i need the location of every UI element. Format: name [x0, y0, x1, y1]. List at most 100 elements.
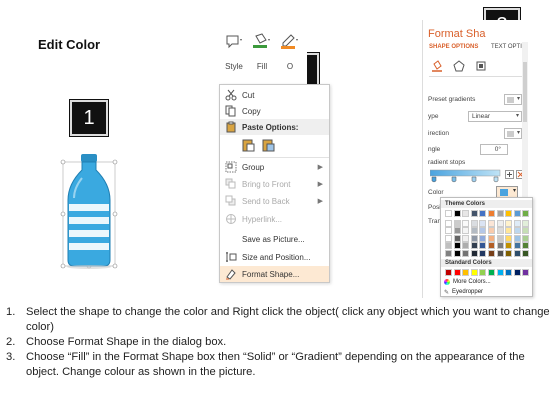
color-swatch[interactable] — [445, 210, 452, 217]
color-swatch[interactable] — [470, 242, 478, 249]
color-swatch[interactable] — [505, 219, 513, 227]
more-colors-option[interactable]: More Colors... — [444, 278, 491, 286]
color-swatch[interactable] — [496, 234, 504, 242]
color-swatch[interactable] — [513, 210, 521, 217]
type-dropdown[interactable]: Linear ▾ — [468, 111, 522, 122]
effects-icon[interactable] — [453, 60, 465, 74]
standard-color-swatch[interactable] — [488, 269, 495, 276]
menu-item-label: Hyperlink... — [242, 214, 283, 224]
eyedropper-option[interactable]: ✎ Eyedropper — [444, 288, 483, 296]
color-swatch[interactable] — [445, 249, 452, 257]
color-swatch[interactable] — [496, 210, 504, 217]
color-swatch[interactable] — [522, 227, 530, 234]
color-swatch[interactable] — [488, 227, 495, 234]
color-swatch[interactable] — [522, 234, 530, 242]
menu-item-group[interactable]: Group ▶ — [220, 159, 329, 175]
color-swatch[interactable] — [479, 249, 487, 257]
menu-item-cut[interactable]: Cut — [220, 87, 329, 103]
menu-item-hyperlink[interactable]: Hyperlink... — [220, 211, 329, 227]
color-swatch[interactable] — [479, 234, 487, 242]
size-properties-icon[interactable] — [475, 60, 487, 74]
color-swatch[interactable] — [496, 227, 504, 234]
add-stop-icon[interactable] — [505, 170, 514, 181]
color-swatch[interactable] — [453, 227, 461, 234]
color-swatch[interactable] — [453, 210, 461, 217]
style-button[interactable]: Style — [221, 29, 247, 79]
standard-color-swatch[interactable] — [479, 269, 487, 276]
menu-item-send-to-back[interactable]: Send to Back ▶ — [220, 193, 329, 209]
color-swatch[interactable] — [462, 234, 470, 242]
color-swatch[interactable] — [488, 242, 495, 249]
color-swatch[interactable] — [505, 234, 513, 242]
menu-item-size-and-position[interactable]: Size and Position... — [220, 249, 329, 265]
color-swatch[interactable] — [453, 234, 461, 242]
color-swatch[interactable] — [522, 242, 530, 249]
gradient-stops-bar[interactable] — [429, 169, 502, 183]
color-swatch[interactable] — [445, 219, 452, 227]
color-swatch[interactable] — [470, 227, 478, 234]
color-swatch[interactable] — [513, 249, 521, 257]
chevron-down-icon: ▾ — [516, 96, 520, 102]
color-swatch[interactable] — [445, 227, 452, 234]
color-swatch[interactable] — [470, 219, 478, 227]
color-swatch[interactable] — [453, 219, 461, 227]
color-swatch[interactable] — [522, 249, 530, 257]
color-swatch[interactable] — [496, 242, 504, 249]
color-swatch[interactable] — [488, 210, 495, 217]
color-swatch[interactable] — [522, 210, 530, 217]
menu-item-copy[interactable]: Copy — [220, 103, 329, 119]
tab-shape-options[interactable]: SHAPE OPTIONS — [429, 44, 478, 50]
color-swatch[interactable] — [445, 234, 452, 242]
color-swatch[interactable] — [505, 227, 513, 234]
color-swatch[interactable] — [513, 219, 521, 227]
color-swatch[interactable] — [445, 242, 452, 249]
standard-color-swatch[interactable] — [496, 269, 504, 276]
color-swatch[interactable] — [488, 249, 495, 257]
paste-picture-icon[interactable] — [262, 138, 275, 154]
menu-item-format-shape[interactable]: Format Shape... — [220, 266, 329, 282]
color-swatch[interactable] — [496, 249, 504, 257]
menu-item-save-as-picture[interactable]: Save as Picture... — [220, 231, 329, 247]
angle-spinner[interactable]: 0° — [480, 144, 508, 155]
standard-color-swatch[interactable] — [470, 269, 478, 276]
color-swatch[interactable] — [505, 242, 513, 249]
outline-button[interactable]: O — [277, 29, 303, 79]
color-swatch[interactable] — [462, 249, 470, 257]
color-swatch[interactable] — [462, 219, 470, 227]
standard-color-swatch[interactable] — [462, 269, 470, 276]
paste-keep-formatting-icon[interactable] — [242, 138, 255, 154]
color-swatch[interactable] — [479, 242, 487, 249]
direction-dropdown[interactable]: ▾ — [504, 128, 522, 139]
color-swatch[interactable] — [462, 210, 470, 217]
color-swatch[interactable] — [479, 227, 487, 234]
color-swatch[interactable] — [505, 249, 513, 257]
color-swatch[interactable] — [470, 234, 478, 242]
color-swatch[interactable] — [488, 234, 495, 242]
preset-gradients-dropdown[interactable]: ▾ — [504, 94, 522, 105]
standard-color-swatch[interactable] — [445, 269, 452, 276]
color-swatch[interactable] — [462, 242, 470, 249]
fill-button[interactable]: Fill — [249, 29, 275, 79]
standard-color-swatch[interactable] — [505, 269, 513, 276]
color-swatch[interactable] — [453, 249, 461, 257]
color-swatch[interactable] — [462, 227, 470, 234]
tab-text-options[interactable]: TEXT OPTI — [491, 44, 522, 50]
color-swatch[interactable] — [470, 249, 478, 257]
color-swatch[interactable] — [505, 210, 513, 217]
color-swatch[interactable] — [513, 234, 521, 242]
color-swatch[interactable] — [513, 242, 521, 249]
color-swatch[interactable] — [496, 219, 504, 227]
standard-color-swatch[interactable] — [522, 269, 530, 276]
standard-color-swatch[interactable] — [453, 269, 461, 276]
standard-color-swatch[interactable] — [513, 269, 521, 276]
color-swatch[interactable] — [453, 242, 461, 249]
color-swatch[interactable] — [513, 227, 521, 234]
color-swatch[interactable] — [479, 219, 487, 227]
color-swatch[interactable] — [522, 219, 530, 227]
menu-item-bring-to-front[interactable]: Bring to Front ▶ — [220, 176, 329, 192]
bottle-shape[interactable] — [60, 148, 118, 270]
color-swatch[interactable] — [488, 219, 495, 227]
fill-line-icon[interactable] — [431, 60, 443, 74]
color-swatch[interactable] — [470, 210, 478, 217]
color-swatch[interactable] — [479, 210, 487, 217]
